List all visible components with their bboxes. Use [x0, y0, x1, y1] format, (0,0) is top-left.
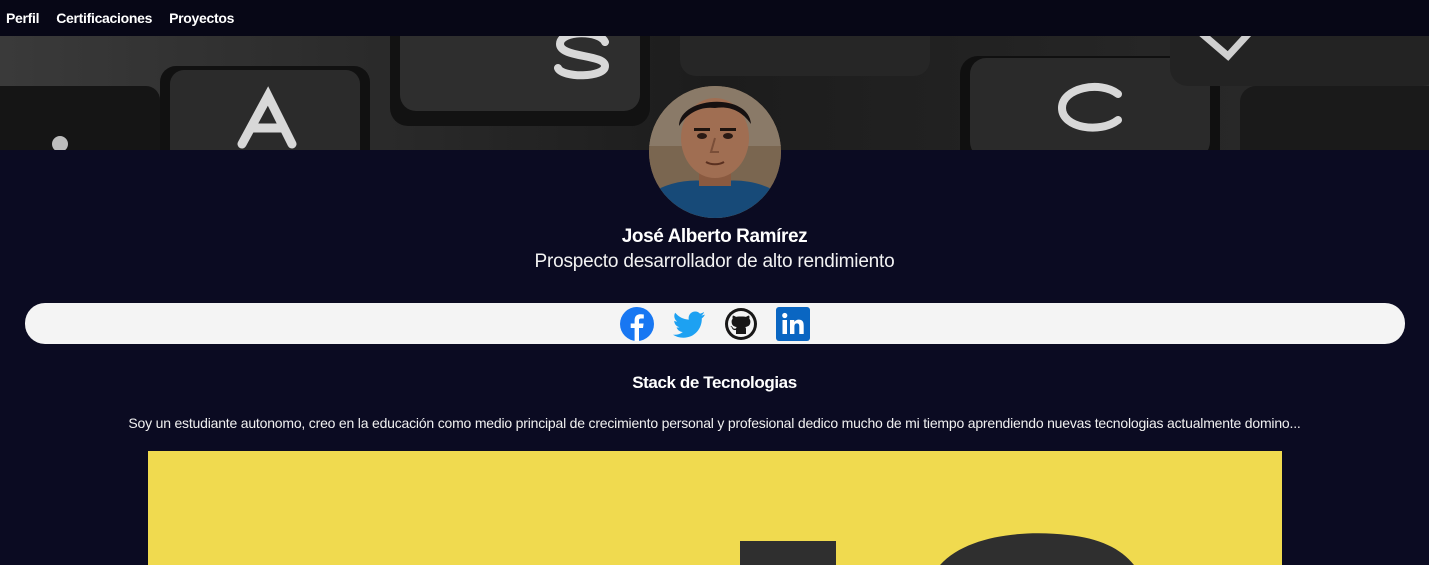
linkedin-link[interactable]	[776, 306, 810, 341]
page: Perfil Certificaciones Proyectos José Al…	[0, 0, 1429, 565]
linkedin-icon	[776, 306, 810, 341]
facebook-link[interactable]	[620, 306, 654, 341]
twitter-link[interactable]	[672, 307, 706, 341]
avatar	[649, 86, 781, 218]
github-link[interactable]	[724, 307, 758, 341]
nav-item-certificaciones[interactable]: Certificaciones	[56, 10, 152, 26]
social-links-bar	[25, 303, 1405, 344]
stack-title: Stack de Tecnologias	[632, 373, 797, 392]
facebook-icon	[620, 306, 654, 341]
profile-role: Prospecto desarrollador de alto rendimie…	[534, 251, 895, 272]
bio-text: Soy un estudiante autonomo, creo en la e…	[128, 415, 1301, 431]
javascript-logo-image	[148, 451, 1282, 565]
nav-item-proyectos[interactable]: Proyectos	[169, 10, 234, 26]
github-icon	[725, 307, 757, 340]
top-nav: Perfil Certificaciones Proyectos	[0, 0, 1429, 36]
twitter-icon	[673, 311, 705, 338]
profile-name: José Alberto Ramírez	[621, 226, 808, 247]
nav-item-perfil[interactable]: Perfil	[6, 10, 40, 26]
